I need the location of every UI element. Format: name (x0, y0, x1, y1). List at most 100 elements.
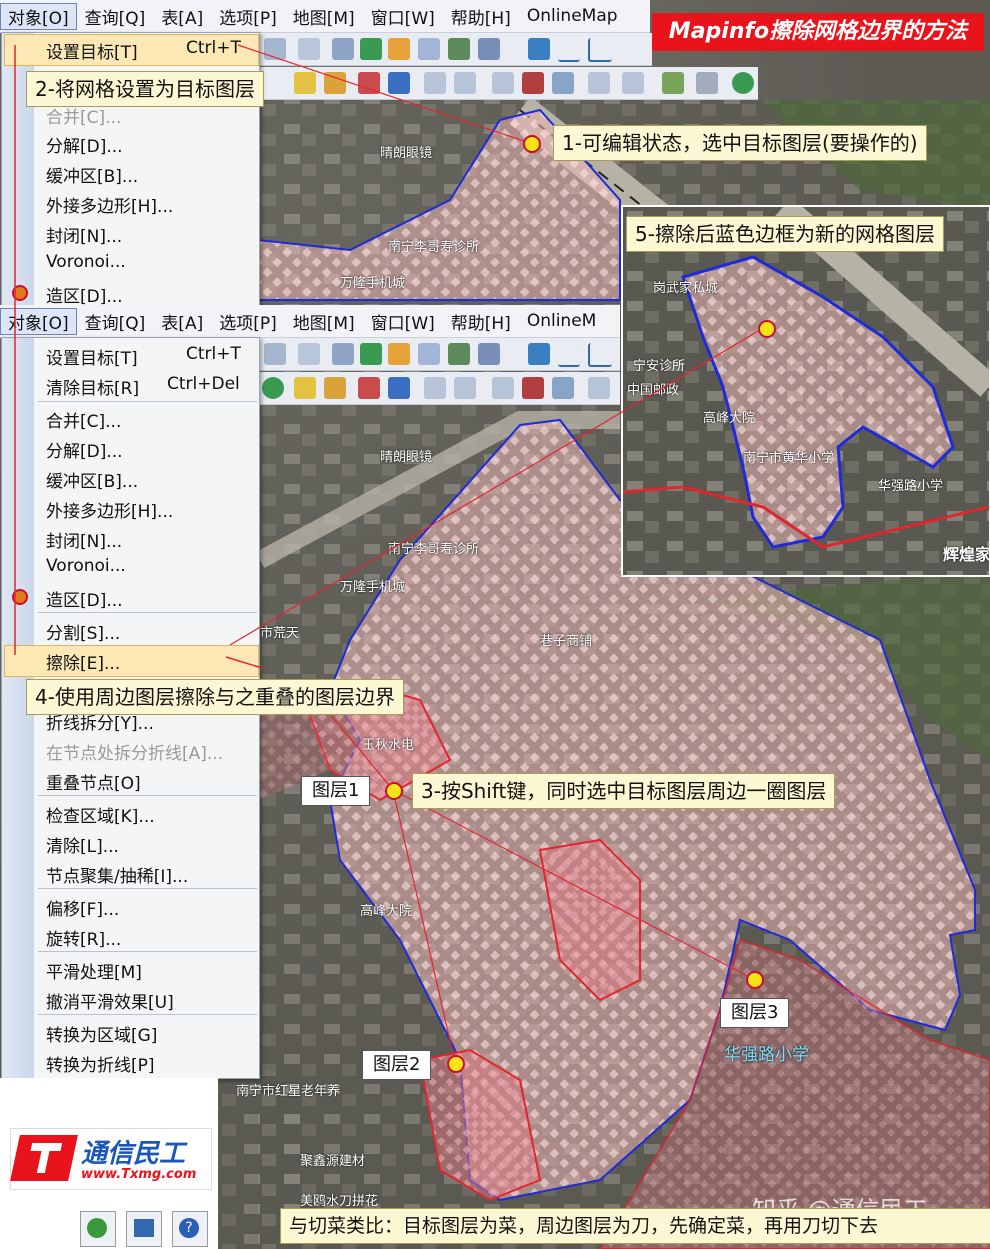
menu-item-clear-target[interactable]: 清除目标[R] Ctrl+Del (46, 374, 240, 399)
menu-map[interactable]: 地图[M] (285, 4, 363, 29)
menu-item-hull-2[interactable]: 外接多边形[H]... (46, 497, 173, 522)
menu-item-overlap-nodes[interactable]: 重叠节点[O] (46, 769, 141, 794)
map-window-icon-2[interactable] (360, 343, 382, 365)
menu-item-to-region[interactable]: 转换为区域[G] (46, 1021, 157, 1046)
menu-item-close[interactable]: 封闭[N]... (46, 222, 122, 247)
menu-item-make-region[interactable]: 造区[D]... (46, 282, 123, 307)
menu-map-2[interactable]: 地图[M] (285, 309, 363, 334)
menu-object[interactable]: 对象[O] (0, 2, 77, 30)
line-icon-2[interactable] (558, 343, 580, 367)
menu-item-offset[interactable]: 偏移[F]... (46, 895, 119, 920)
menu-help-2[interactable]: 帮助[H] (443, 309, 519, 334)
menu-item-split[interactable]: 分解[D]... (46, 132, 123, 157)
undo-icon-2[interactable] (298, 343, 320, 365)
table-icon[interactable] (332, 38, 354, 60)
menu-item-split-2[interactable]: 分解[D]... (46, 437, 123, 462)
menu-window[interactable]: 窗口[W] (363, 4, 443, 29)
ruler-icon[interactable] (324, 72, 346, 94)
toolbar-mid-1 (258, 338, 620, 371)
refresh-button[interactable] (80, 1211, 116, 1247)
menu-item-divide[interactable]: 分割[S]... (46, 619, 120, 644)
menu-item-unsmooth[interactable]: 撤消平滑效果[U] (46, 988, 174, 1013)
info-icon[interactable] (358, 72, 380, 94)
undo-icon[interactable] (298, 38, 320, 60)
menu-options[interactable]: 选项[P] (211, 4, 285, 29)
pointer-icon[interactable] (264, 38, 286, 60)
menu-item-node-cluster[interactable]: 节点聚集/抽稀[I]... (46, 862, 188, 887)
menu-item-make-region-2[interactable]: 造区[D]... (46, 586, 123, 611)
info-icon-2[interactable] (358, 377, 380, 399)
menu-object-2[interactable]: 对象[O] (0, 307, 77, 335)
reshape-icon[interactable] (454, 72, 476, 94)
menu-item-set-target[interactable]: 设置目标[T] Ctrl+T (46, 38, 241, 63)
graph-icon[interactable] (388, 38, 410, 60)
line-icon[interactable] (558, 38, 580, 62)
layer-icon[interactable] (448, 38, 470, 60)
menu-query[interactable]: 查询[Q] (77, 4, 154, 29)
help-icon: ? (179, 1218, 199, 1238)
layer-icon-2[interactable] (448, 343, 470, 365)
menu-onlinemap[interactable]: OnlineMap (519, 6, 626, 26)
reshape-icon-2[interactable] (454, 377, 476, 399)
layout-icon[interactable] (418, 38, 440, 60)
menu-item-merge-2[interactable]: 合并[C]... (46, 407, 121, 432)
menu-item-close-2[interactable]: 封闭[N]... (46, 527, 122, 552)
menu-item-hull[interactable]: 外接多边形[H]... (46, 192, 173, 217)
drag-icon[interactable] (424, 72, 446, 94)
globe-icon-2[interactable] (262, 377, 284, 399)
menu-table[interactable]: 表[A] (153, 4, 211, 29)
menu-item-buffer[interactable]: 缓冲区[B]... (46, 162, 138, 187)
menu-table-2[interactable]: 表[A] (153, 309, 211, 334)
menu-item-node-split[interactable]: 在节点处拆分折线[A]... (46, 739, 223, 764)
clear-label-icon-2[interactable] (522, 377, 544, 399)
select-icon[interactable] (528, 38, 550, 60)
tool-icon[interactable] (662, 72, 684, 94)
menu-item-smooth[interactable]: 平滑处理[M] (46, 958, 142, 983)
table-icon-2[interactable] (332, 343, 354, 365)
menu-help[interactable]: 帮助[H] (443, 4, 519, 29)
menu-item-voronoi-2[interactable]: Voronoi... (46, 556, 126, 576)
menu-item-set-target-2[interactable]: 设置目标[T] Ctrl+T (46, 344, 241, 369)
sum-icon-2[interactable] (388, 377, 410, 399)
document-icon[interactable] (588, 72, 610, 94)
legend-icon-2[interactable] (478, 343, 500, 365)
inset-place-3: 中国邮政 (627, 383, 680, 398)
inset-place-4: 高峰大院 (703, 411, 756, 426)
menu-item-to-polyline[interactable]: 转换为折线[P] (46, 1051, 155, 1076)
scale-icon[interactable] (552, 72, 574, 94)
menu-query-2[interactable]: 查询[Q] (77, 309, 154, 334)
menu-item-rotate[interactable]: 旋转[R]... (46, 925, 121, 950)
menu-item-check-regions[interactable]: 检查区域[K]... (46, 802, 155, 827)
sum-icon[interactable] (388, 72, 410, 94)
document-icon-2[interactable] (588, 377, 610, 399)
menu-options-2[interactable]: 选项[P] (211, 309, 285, 334)
graph-icon-2[interactable] (388, 343, 410, 365)
polyline-icon[interactable] (588, 38, 612, 62)
select-icon-2[interactable] (528, 343, 550, 365)
wrench-icon[interactable] (696, 72, 718, 94)
polyline-icon-2[interactable] (588, 343, 612, 367)
scale-icon-2[interactable] (552, 377, 574, 399)
layout-icon-2[interactable] (418, 343, 440, 365)
menu-item-clean[interactable]: 清除[L]... (46, 832, 119, 857)
menu-item-buffer-2[interactable]: 缓冲区[B]... (46, 467, 138, 492)
clear-label-icon[interactable] (522, 72, 544, 94)
legend-icon[interactable] (478, 38, 500, 60)
print-icon[interactable] (622, 72, 644, 94)
globe-icon[interactable] (732, 72, 754, 94)
menu-item-voronoi[interactable]: Voronoi... (46, 252, 126, 272)
label-icon[interactable] (492, 72, 514, 94)
drag-icon-2[interactable] (424, 377, 446, 399)
export-button[interactable] (126, 1211, 162, 1247)
help-button[interactable]: ? (172, 1211, 208, 1247)
menubar-mid: 对象[O] 查询[Q] 表[A] 选项[P] 地图[M] 窗口[W] 帮助[H]… (0, 305, 620, 338)
menu-item-erase[interactable]: 擦除[E]... (46, 649, 120, 674)
ruler-icon-2[interactable] (324, 377, 346, 399)
menu-onlinemap-2[interactable]: OnlineM (519, 311, 605, 331)
menu-window-2[interactable]: 窗口[W] (363, 309, 443, 334)
layer-control-icon[interactable] (294, 72, 316, 94)
pointer-icon-2[interactable] (264, 343, 286, 365)
label-icon-2[interactable] (492, 377, 514, 399)
map-window-icon[interactable] (360, 38, 382, 60)
layer-control-icon-2[interactable] (294, 377, 316, 399)
